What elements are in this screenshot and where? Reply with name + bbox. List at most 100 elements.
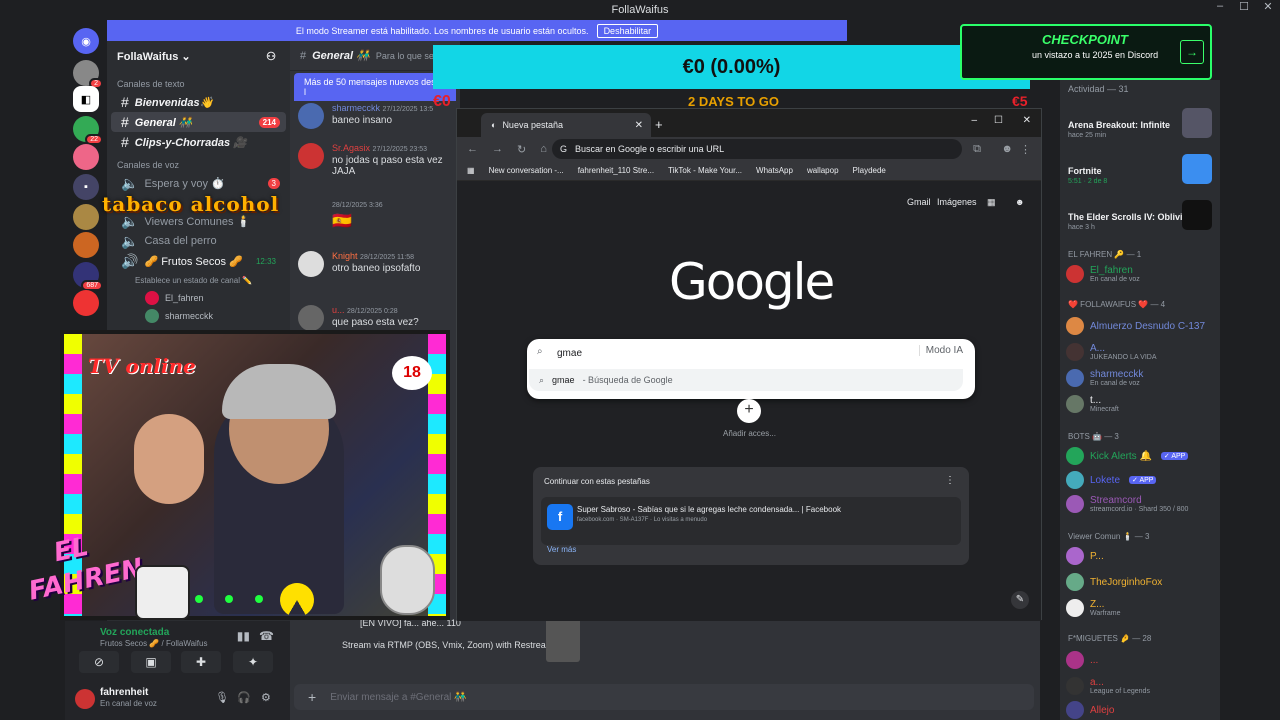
member-item[interactable]: Kick Alerts 🔔 ✓ APP bbox=[1066, 446, 1216, 466]
server-icon[interactable] bbox=[73, 232, 99, 258]
maximize-button[interactable]: ☐ bbox=[994, 115, 1003, 126]
member-item[interactable]: Allejo bbox=[1066, 700, 1216, 720]
avatar[interactable] bbox=[298, 305, 324, 331]
server-header[interactable]: FollaWaifus ⌄ ⚇ bbox=[107, 41, 290, 71]
message-author[interactable]: u... bbox=[332, 305, 345, 315]
server-icon[interactable] bbox=[73, 144, 99, 170]
profile-icon[interactable]: ☻ bbox=[1001, 143, 1013, 155]
bookmark[interactable]: WhatsApp bbox=[756, 166, 793, 175]
voice-channel-path[interactable]: Frutos Secos 🥜 / FollaWaifus bbox=[100, 639, 207, 648]
apps-icon[interactable]: ▦ bbox=[467, 166, 475, 175]
more-options-icon[interactable]: ⋮ bbox=[945, 475, 955, 486]
gmail-link[interactable]: Gmail bbox=[907, 197, 931, 207]
images-link[interactable]: Imágenes bbox=[937, 197, 977, 207]
tab-new[interactable]: ◐ Nueva pestaña ✕ bbox=[481, 113, 651, 137]
reload-icon[interactable]: ↻ bbox=[517, 143, 526, 156]
ai-mode-button[interactable]: Modo IA bbox=[918, 345, 963, 356]
member-item[interactable]: t... Minecraft bbox=[1066, 394, 1216, 414]
soundboard-button[interactable]: ✦ bbox=[233, 651, 273, 673]
server-icon[interactable]: 22 bbox=[73, 116, 103, 145]
server-icon[interactable] bbox=[73, 290, 99, 316]
avatar[interactable] bbox=[75, 689, 95, 709]
username[interactable]: fahrenheit bbox=[100, 687, 148, 698]
voice-member[interactable]: El_fahren bbox=[107, 289, 290, 307]
arrow-right-icon[interactable]: → bbox=[1180, 40, 1204, 64]
member-item[interactable]: P... bbox=[1066, 546, 1216, 566]
member-item[interactable]: a... League of Legends bbox=[1066, 676, 1216, 696]
headphones-icon[interactable]: 🎧 bbox=[237, 691, 251, 704]
back-icon[interactable]: ← bbox=[467, 143, 478, 155]
extensions-icon[interactable]: ⧉ bbox=[973, 143, 981, 156]
voice-channel-frutos[interactable]: 🔊 🥜 Frutos Secos 🥜 12:33 bbox=[111, 251, 286, 271]
bookmark[interactable]: Playdede bbox=[853, 166, 886, 175]
avatar[interactable] bbox=[298, 143, 324, 169]
avatar[interactable] bbox=[298, 251, 324, 277]
mic-icon[interactable]: 🎙 bbox=[215, 691, 229, 704]
member-item[interactable]: Almuerzo Desnudo C-137 bbox=[1066, 316, 1216, 336]
close-tab-icon[interactable]: ✕ bbox=[635, 120, 643, 131]
activities-button[interactable]: ✚ bbox=[181, 651, 221, 673]
channel-general[interactable]: # General 👬 214 bbox=[111, 112, 286, 132]
message-author[interactable]: Sr.Agasix bbox=[332, 143, 370, 153]
bookmark[interactable]: TikTok - Make Your... bbox=[668, 166, 742, 175]
member-item[interactable]: sharmecckk En canal de voz bbox=[1066, 368, 1216, 388]
server-icon[interactable]: ▪ bbox=[73, 174, 99, 200]
message-author[interactable]: sharmecckk bbox=[332, 103, 380, 113]
member-item[interactable]: El_fahren En canal de voz bbox=[1066, 264, 1216, 284]
bookmark[interactable]: New conversation -... bbox=[489, 166, 564, 175]
account-avatar[interactable]: ☻ bbox=[1015, 197, 1024, 207]
checkpoint-card[interactable]: CHECKPOINT un vistazo a tu 2025 en Disco… bbox=[960, 24, 1212, 80]
close-button[interactable]: ✕ bbox=[1023, 115, 1031, 126]
minimize-button[interactable]: – bbox=[1208, 0, 1232, 20]
close-button[interactable]: ✕ bbox=[1256, 0, 1280, 20]
discord-home-icon[interactable]: ◉ bbox=[73, 28, 99, 54]
gear-icon[interactable]: ⚙ bbox=[261, 691, 271, 704]
activity-item[interactable]: The Elder Scrolls IV: Oblivi... hace 3 h bbox=[1068, 196, 1218, 236]
member-item[interactable]: Lokete ✓ APP bbox=[1066, 470, 1216, 490]
voice-channel-casa[interactable]: 🔈 Casa del perro bbox=[111, 231, 286, 251]
new-messages-bar[interactable]: Más de 50 mensajes nuevos desde l bbox=[294, 73, 456, 101]
voice-member[interactable]: sharmecckk bbox=[107, 307, 290, 325]
customize-pencil-icon[interactable]: ✎ bbox=[1011, 591, 1029, 609]
continue-tab-item[interactable]: f Super Sabroso - Sabías que si le agreg… bbox=[541, 497, 961, 545]
message-input[interactable]: + Enviar mensaje a #General 👬 bbox=[294, 684, 1034, 710]
add-member-icon[interactable]: ⚇ bbox=[266, 50, 276, 63]
member-item[interactable]: A... JUKEANDO LA VIDA bbox=[1066, 342, 1216, 362]
channel-status[interactable]: Establece un estado de canal ✏️ bbox=[107, 271, 290, 289]
see-more-link[interactable]: Ver más bbox=[547, 545, 576, 554]
message-author[interactable]: Knight bbox=[332, 251, 358, 261]
disconnect-icon[interactable]: ☎ bbox=[259, 629, 274, 643]
forward-icon[interactable]: → bbox=[492, 143, 503, 155]
omnibox[interactable]: G Buscar en Google o escribir una URL bbox=[552, 139, 962, 159]
search-input[interactable]: gmae bbox=[557, 348, 582, 359]
member-item[interactable]: ... bbox=[1066, 650, 1216, 670]
search-suggestion[interactable]: ⌕ gmae - Búsqueda de Google bbox=[529, 369, 963, 391]
disable-button[interactable]: Deshabilitar bbox=[596, 23, 659, 38]
channel-bienvenidas[interactable]: # Bienvenidas👋 bbox=[111, 92, 286, 112]
category-voice[interactable]: Canales de voz bbox=[107, 152, 290, 173]
server-icon[interactable]: 2 bbox=[73, 60, 103, 89]
menu-icon[interactable]: ⋮ bbox=[1020, 143, 1031, 156]
bookmark[interactable]: wallapop bbox=[807, 166, 839, 175]
minimize-button[interactable]: – bbox=[971, 115, 977, 126]
server-icon[interactable]: ◧ bbox=[73, 86, 99, 112]
member-item[interactable]: Z... Warframe bbox=[1066, 598, 1216, 618]
channel-clips[interactable]: # Clips-y-Chorradas 🎥 bbox=[111, 132, 286, 152]
member-item[interactable]: TheJorginhoFox bbox=[1066, 572, 1216, 592]
home-icon[interactable]: ⌂ bbox=[540, 143, 547, 155]
search-box[interactable]: ⌕ gmae Modo IA ⌕ gmae - Búsqueda de Google bbox=[527, 339, 975, 399]
bookmark[interactable]: fahrenheit_110 Stre... bbox=[578, 166, 654, 175]
server-icon[interactable] bbox=[73, 204, 99, 230]
avatar[interactable] bbox=[298, 103, 324, 129]
embed-thumbnail[interactable] bbox=[546, 618, 580, 662]
maximize-button[interactable]: ☐ bbox=[1232, 0, 1256, 20]
camera-off-button[interactable]: ⊘ bbox=[79, 651, 119, 673]
member-item[interactable]: Streamcord streamcord.io · Shard 350 / 80… bbox=[1066, 494, 1216, 514]
activity-item[interactable]: Arena Breakout: Infinite hace 25 min bbox=[1068, 104, 1218, 144]
category-text[interactable]: Canales de texto bbox=[107, 71, 290, 92]
server-icon[interactable]: 687 bbox=[73, 262, 103, 291]
voice-channel-espera[interactable]: 🔈 Espera y voy ⏱️ 3 bbox=[111, 173, 286, 193]
new-tab-button[interactable]: + bbox=[655, 117, 663, 132]
activity-item[interactable]: Fortnite 5:51 · 2 de 8 bbox=[1068, 150, 1218, 190]
add-shortcut-button[interactable]: + bbox=[737, 399, 761, 423]
